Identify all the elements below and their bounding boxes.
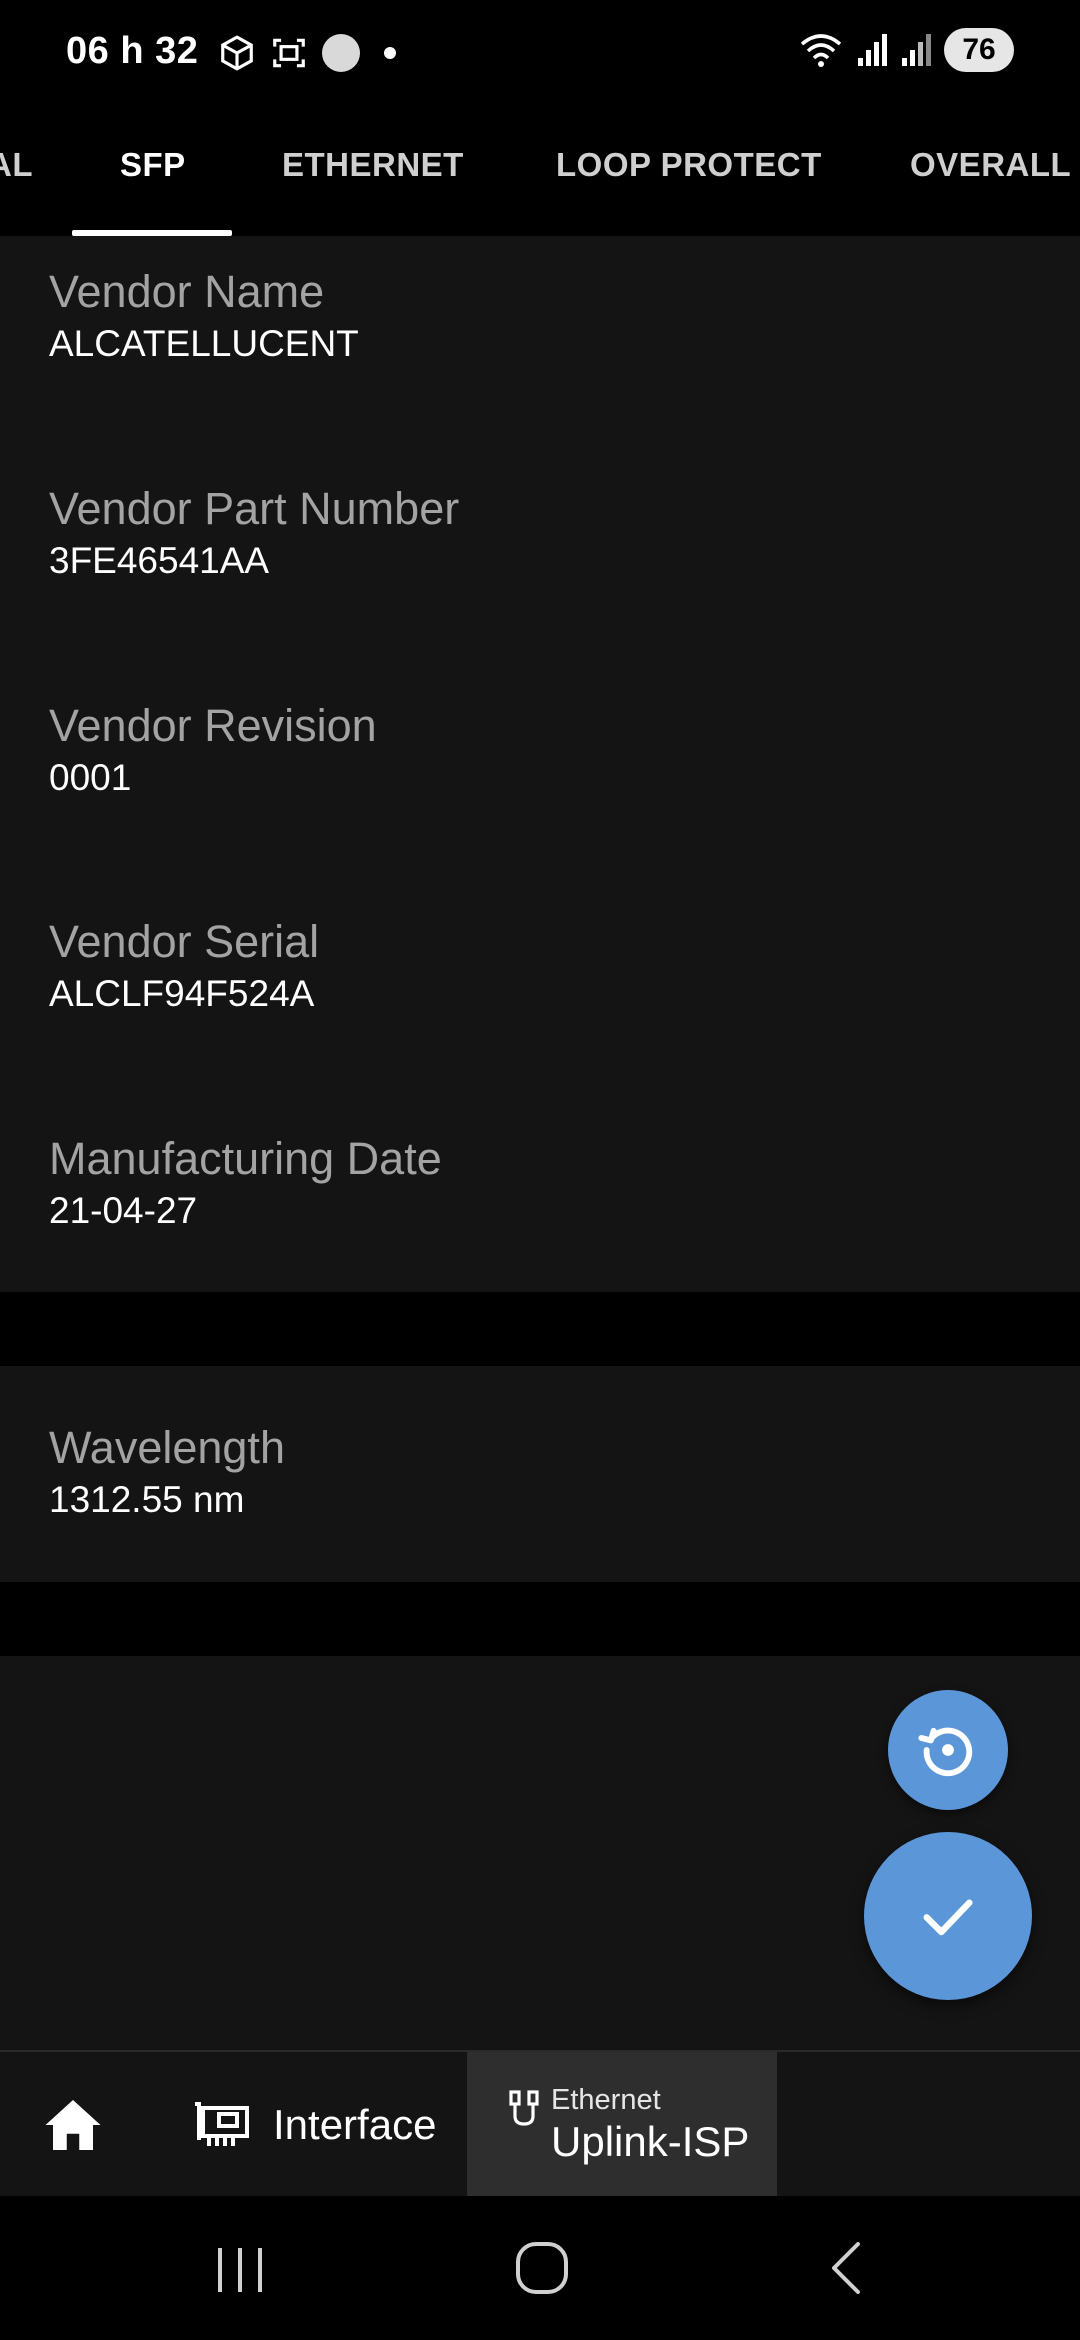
field-label: Vendor Revision [49, 700, 377, 751]
restore-button[interactable] [888, 1690, 1008, 1810]
breadcrumb-ethernet-type: Ethernet [551, 2084, 661, 2116]
check-icon [923, 1899, 973, 1936]
field-value: 1312.55 nm [49, 1479, 245, 1520]
breadcrumb-ethernet-name: Uplink-ISP [551, 2118, 750, 2165]
wavelength-field: Wavelength 1312.55 nm [49, 1420, 285, 1524]
tab-sfp[interactable]: SFP [120, 146, 186, 184]
field-value: ALCLF94F524A [49, 973, 315, 1014]
breadcrumb-interface[interactable]: Interface [145, 2052, 467, 2198]
vendor-name-field: Vendor Name ALCATELLUCENT [49, 264, 359, 368]
network-card-icon [195, 2102, 249, 2146]
breadcrumb-home[interactable] [0, 2052, 145, 2198]
tab-bar: AL SFP ETHERNET LOOP PROTECT OVERALL S [0, 110, 1080, 236]
field-label: Manufacturing Date [49, 1133, 442, 1184]
restore-icon [918, 1727, 973, 1777]
system-icons: 76 [798, 28, 1014, 72]
field-label: Wavelength [49, 1422, 285, 1473]
breadcrumb-interface-label: Interface [273, 2101, 437, 2148]
field-value: ALCATELLUCENT [49, 323, 359, 364]
sfp-details-screen: 06 h 32 76 L SFP ETHERNET LOOP PROTECT O… [0, 0, 1080, 2340]
vendor-serial-field: Vendor Serial ALCLF94F524A [49, 914, 319, 1018]
field-value: 3FE46541AA [49, 540, 270, 581]
screenshot-icon [273, 38, 305, 68]
home-nav-icon[interactable] [514, 2240, 570, 2296]
field-label: Vendor Serial [49, 916, 320, 967]
field-value: 0001 [49, 757, 132, 798]
signal-secondary-icon [902, 34, 931, 66]
field-value: 21-04-27 [49, 1190, 198, 1231]
wavelength-card: Wavelength 1312.55 nm [0, 1366, 1080, 1582]
vendor-revision-field: Vendor Revision 0001 [49, 698, 377, 802]
recents-icon[interactable] [214, 2246, 266, 2294]
battery-indicator: 76 [944, 28, 1014, 72]
breadcrumb-bar: Interface Ethernet Uplink-ISP [0, 2050, 1080, 2198]
more-notifications-icon [384, 47, 396, 59]
field-label: Vendor Name [49, 266, 325, 317]
wifi-6e-icon [800, 34, 842, 67]
tab-general[interactable]: AL [0, 146, 33, 184]
vendor-part-number-field: Vendor Part Number 3FE46541AA [49, 481, 459, 585]
breadcrumb-ethernet[interactable]: Ethernet Uplink-ISP [467, 2052, 777, 2198]
ethernet-cable-icon [509, 2090, 539, 2126]
back-icon[interactable] [826, 2240, 866, 2296]
tab-ethernet[interactable]: ETHERNET [282, 146, 464, 184]
field-label: Vendor Part Number [49, 483, 460, 534]
apply-button[interactable] [864, 1832, 1032, 2000]
manufacturing-date-field: Manufacturing Date 21-04-27 [49, 1131, 442, 1235]
tab-overall-status[interactable]: OVERALL S [910, 146, 1080, 184]
status-bar: 06 h 32 76 [0, 0, 1080, 110]
system-navigation-bar [0, 2196, 1080, 2340]
signal-icon [858, 34, 887, 66]
dot-icon [322, 34, 360, 72]
home-icon [45, 2100, 100, 2150]
tab-loop-protect[interactable]: LOOP PROTECT [556, 146, 822, 184]
status-time: 06 h 32 [66, 30, 199, 72]
notification-icons [218, 34, 396, 72]
package-icon [221, 35, 253, 71]
vendor-info-card: Vendor Name ALCATELLUCENT Vendor Part Nu… [0, 236, 1080, 1292]
